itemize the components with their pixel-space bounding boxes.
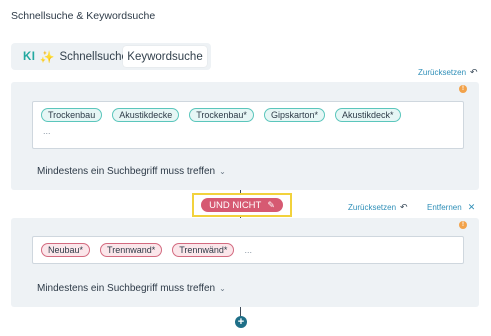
reset-button-block2[interactable]: Zurücksetzen ↶ (348, 202, 408, 213)
operator-button[interactable]: UND NICHT ✎ (201, 198, 283, 212)
tab-ki-schnellsuche[interactable]: KI ✨ Schnellsuche (14, 46, 128, 67)
operator-highlight: UND NICHT ✎ (192, 193, 292, 217)
sparkle-icon: ✨ (39, 49, 55, 64)
close-icon: ✕ (467, 202, 476, 212)
match-mode-dropdown[interactable]: Mindestens ein Suchbegriff muss treffen … (37, 166, 226, 177)
page-title: Schnellsuche & Keywordsuche (11, 10, 156, 22)
keyword-input-include[interactable]: Trockenbau Akustikdecke Trockenbau* Gips… (32, 101, 464, 149)
operator-label: UND NICHT (209, 199, 262, 211)
info-icon[interactable]: ! (459, 221, 467, 229)
chevron-down-icon: ⌄ (219, 167, 226, 176)
tab-keywordsuche[interactable]: Keywordsuche (123, 46, 207, 67)
more-keywords[interactable]: ... (33, 122, 463, 136)
pencil-icon: ✎ (267, 199, 275, 210)
keyword-chip[interactable]: Trennwand* (100, 243, 163, 257)
keyword-block-exclude: ! Neubau* Trennwand* Trennwänd* ... Mind… (11, 218, 479, 307)
keyword-chip[interactable]: Akustikdecke (112, 108, 180, 122)
add-block-button[interactable]: + (235, 316, 247, 328)
keyword-chip[interactable]: Trennwänd* (172, 243, 235, 257)
undo-icon: ↶ (400, 202, 408, 212)
search-mode-tabs: KI ✨ Schnellsuche Keywordsuche (11, 43, 211, 70)
ki-badge: KI (23, 50, 36, 63)
tab-ki-label: Schnellsuche (59, 50, 128, 63)
keyword-chip[interactable]: Trockenbau* (189, 108, 254, 122)
keyword-chip[interactable]: Gipskarton* (263, 108, 325, 122)
keyword-chip[interactable]: Trockenbau (41, 108, 103, 122)
reset-button-top[interactable]: Zurücksetzen ↶ (418, 67, 478, 78)
reset-label: Zurücksetzen (418, 68, 467, 77)
remove-label: Entfernen (427, 203, 462, 212)
chevron-down-icon: ⌄ (219, 284, 226, 293)
more-keywords[interactable]: ... (244, 245, 252, 255)
keyword-chip[interactable]: Akustikdeck* (334, 108, 401, 122)
remove-block-button[interactable]: Entfernen ✕ (427, 202, 475, 213)
match-mode-label: Mindestens ein Suchbegriff muss treffen (37, 166, 216, 177)
undo-icon: ↶ (470, 67, 478, 77)
match-mode-label: Mindestens ein Suchbegriff muss treffen (37, 283, 216, 294)
keyword-input-exclude[interactable]: Neubau* Trennwand* Trennwänd* ... (32, 236, 464, 264)
chip-list: Neubau* Trennwand* Trennwänd* ... (33, 237, 463, 257)
match-mode-dropdown[interactable]: Mindestens ein Suchbegriff muss treffen … (37, 283, 226, 294)
chip-list: Trockenbau Akustikdecke Trockenbau* Gips… (33, 102, 463, 122)
reset-label: Zurücksetzen (348, 203, 397, 212)
keyword-chip[interactable]: Neubau* (41, 243, 91, 257)
keyword-block-include: ! Trockenbau Akustikdecke Trockenbau* Gi… (11, 82, 479, 190)
info-icon[interactable]: ! (459, 85, 467, 93)
